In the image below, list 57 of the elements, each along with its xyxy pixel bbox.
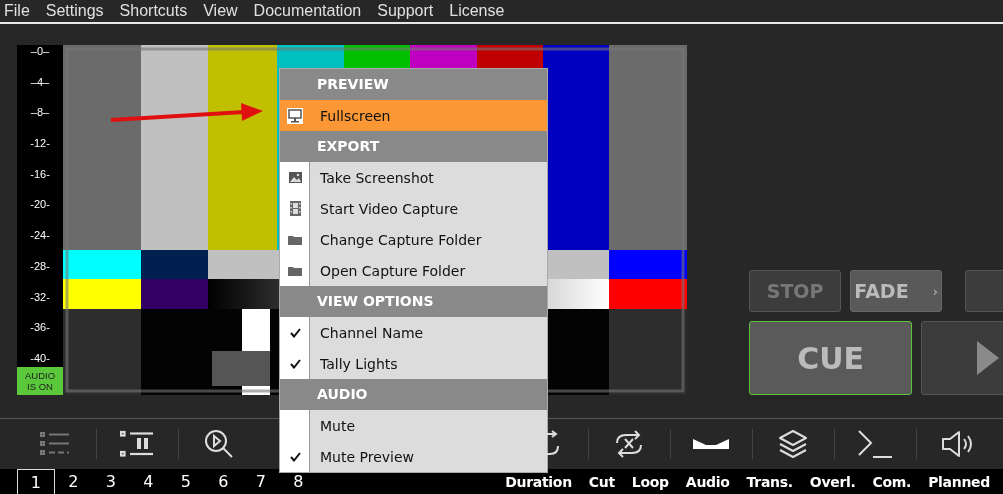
- audio-status-badge: AUDIO IS ON: [17, 367, 64, 395]
- menu-item[interactable]: Support: [377, 2, 434, 20]
- meter-scale-label: -28-: [30, 259, 50, 273]
- search-icon[interactable]: [204, 429, 234, 459]
- cue-button[interactable]: CUE: [749, 321, 913, 395]
- folder-icon: [288, 234, 302, 245]
- tool-label: Cut: [588, 473, 615, 490]
- menu-item[interactable]: Shortcuts: [119, 2, 188, 20]
- meter-scale-label: -16-: [30, 167, 50, 181]
- tool-label: Trans.: [746, 473, 793, 490]
- terminal-icon[interactable]: [857, 429, 893, 459]
- channel-tab[interactable]: 5: [167, 469, 205, 494]
- loop-off-icon[interactable]: [614, 429, 644, 459]
- transport-button[interactable]: FADE ›: [850, 270, 943, 312]
- tool-label: Duration: [505, 473, 572, 490]
- meter-scale-label: –8–: [30, 106, 50, 120]
- play-button[interactable]: [921, 321, 1003, 395]
- channel-tab[interactable]: 3: [92, 469, 130, 494]
- channel-tab[interactable]: 8: [279, 469, 317, 494]
- tool-label: Com.: [872, 473, 912, 490]
- menu-item[interactable]: File: [4, 2, 30, 20]
- meter-scale-label: –0–: [30, 45, 50, 58]
- monitor-icon: [287, 107, 303, 124]
- menu-section-header: PREVIEW: [280, 69, 547, 100]
- menu-section-header: AUDIO: [280, 379, 547, 410]
- menu-item[interactable]: Fullscreen: [280, 100, 547, 131]
- menu-section-header: VIEW OPTIONS: [280, 286, 547, 317]
- meter-scale-label: -36-: [30, 321, 50, 335]
- audio-fade-icon[interactable]: [693, 439, 729, 449]
- channel-tab[interactable]: 6: [204, 469, 242, 494]
- tool-label: Planned: [928, 473, 990, 490]
- menu-item[interactable]: License: [449, 2, 505, 20]
- meter-scale-label: –4–: [30, 75, 50, 89]
- meter-scale-label: -12-: [30, 137, 50, 151]
- meter-scale-label: -24-: [30, 229, 50, 243]
- menu-section-header: EXPORT: [280, 131, 547, 162]
- channel-tab[interactable]: 7: [242, 469, 280, 494]
- channel-tab[interactable]: 4: [129, 469, 167, 494]
- channel-tab[interactable]: 1: [17, 469, 55, 494]
- folder-icon: [288, 265, 302, 276]
- tool-label: Loop: [631, 473, 669, 490]
- meter-scale-label: -40-: [30, 351, 50, 365]
- film-icon: [289, 201, 301, 216]
- tool-label: Audio: [685, 473, 730, 490]
- speaker-icon[interactable]: [941, 430, 973, 458]
- image-icon: [288, 172, 302, 183]
- meter-scale-label: -20-: [30, 198, 50, 212]
- pause-list-icon[interactable]: [120, 430, 154, 458]
- channel-tab[interactable]: 2: [54, 469, 92, 494]
- menu-item[interactable]: View: [203, 2, 238, 20]
- list-icon[interactable]: [40, 431, 70, 457]
- meter-scale-label: -32-: [30, 290, 50, 304]
- play-icon: [977, 341, 1000, 375]
- layers-icon[interactable]: [778, 429, 808, 459]
- menu-item[interactable]: Documentation: [253, 2, 362, 20]
- tool-label: Overl.: [809, 473, 856, 490]
- menu-item[interactable]: Settings: [45, 2, 104, 20]
